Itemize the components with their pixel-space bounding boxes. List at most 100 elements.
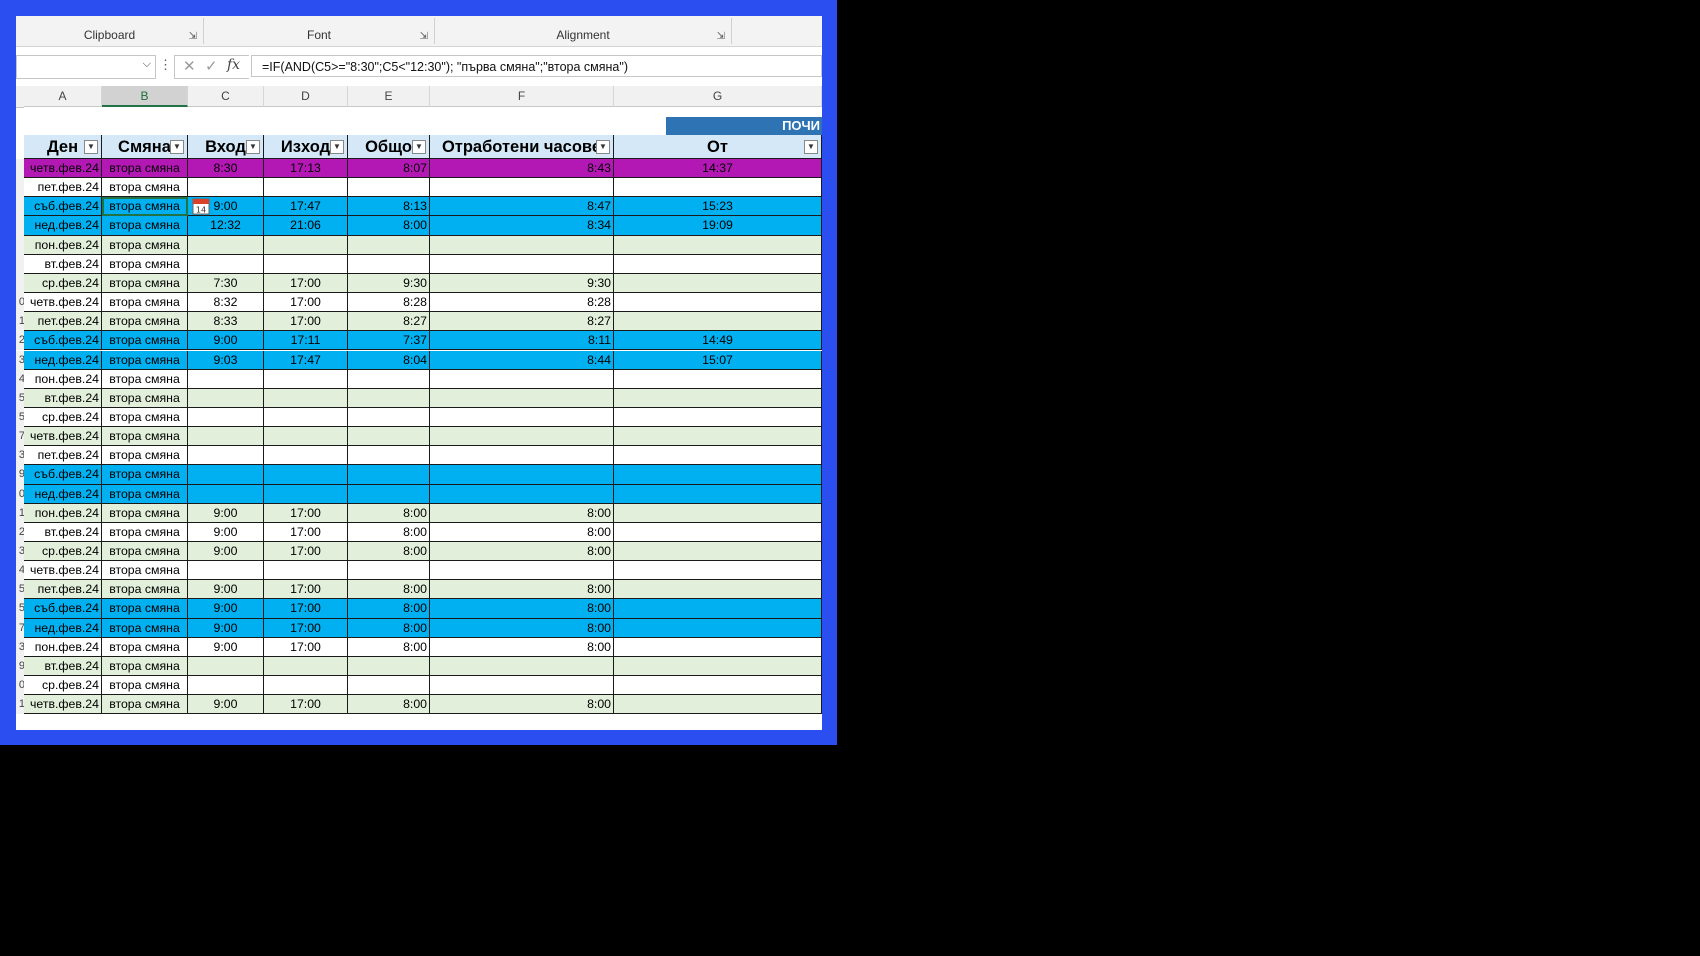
table-cell[interactable]: 17:47 — [264, 197, 348, 217]
table-cell[interactable] — [188, 561, 264, 581]
table-cell[interactable] — [430, 254, 614, 274]
table-cell[interactable] — [264, 369, 348, 389]
table-cell[interactable]: втора смяна — [102, 216, 188, 236]
table-header-cell[interactable]: Вход ▼ — [188, 135, 264, 159]
table-cell[interactable]: 8:00 — [430, 580, 614, 600]
table-cell[interactable] — [348, 484, 430, 504]
table-cell[interactable] — [188, 369, 264, 389]
table-cell[interactable]: 8:00 — [430, 522, 614, 542]
table-cell[interactable]: 17:00 — [264, 695, 348, 715]
table-cell[interactable] — [614, 618, 822, 638]
table-cell[interactable] — [188, 388, 264, 408]
table-cell[interactable]: вт.фев.24 — [24, 388, 102, 408]
filter-dropdown-icon[interactable]: ▼ — [84, 140, 98, 154]
table-cell[interactable] — [614, 542, 822, 562]
table-cell[interactable] — [614, 465, 822, 485]
table-cell[interactable] — [614, 522, 822, 542]
table-cell[interactable]: 8:00 — [430, 599, 614, 619]
table-cell[interactable] — [348, 465, 430, 485]
table-cell[interactable] — [614, 235, 822, 255]
filter-dropdown-icon[interactable]: ▼ — [412, 140, 426, 154]
table-cell[interactable]: четв.фев.24 — [24, 159, 102, 179]
table-cell[interactable] — [614, 503, 822, 523]
table-cell[interactable] — [188, 427, 264, 447]
table-cell[interactable] — [264, 656, 348, 677]
table-cell[interactable]: нед.фев.24 — [24, 350, 102, 370]
table-cell[interactable]: 8:00 — [430, 503, 614, 523]
filter-dropdown-icon[interactable]: ▼ — [596, 140, 610, 154]
table-cell[interactable] — [348, 676, 430, 696]
table-cell[interactable]: втора смяна — [102, 293, 188, 313]
calendar-icon[interactable]: 14 — [192, 197, 210, 215]
table-cell[interactable]: пет.фев.24 — [24, 178, 102, 198]
table-cell[interactable]: 8:00 — [348, 542, 430, 562]
more-options-icon[interactable]: ⋮ — [159, 57, 172, 73]
table-cell[interactable]: съб.фев.24 — [24, 599, 102, 619]
table-cell[interactable]: съб.фев.24 — [24, 197, 102, 217]
table-cell[interactable]: 8:28 — [348, 293, 430, 313]
check-icon[interactable]: ✓ — [205, 57, 218, 75]
table-cell[interactable]: 8:00 — [348, 580, 430, 600]
table-cell[interactable]: 8:27 — [348, 312, 430, 332]
table-cell[interactable]: 17:00 — [264, 503, 348, 523]
table-header-cell[interactable]: Изход ▼ — [264, 135, 348, 159]
x-icon[interactable]: ✕ — [183, 57, 196, 75]
table-cell[interactable] — [264, 235, 348, 255]
table-cell[interactable] — [430, 427, 614, 447]
table-cell[interactable] — [264, 484, 348, 504]
table-cell[interactable] — [430, 484, 614, 504]
table-cell[interactable]: втора смяна — [102, 427, 188, 447]
table-cell[interactable] — [188, 465, 264, 485]
table-cell[interactable]: 17:11 — [264, 331, 348, 351]
column-header-b[interactable]: B — [102, 86, 188, 107]
table-cell[interactable]: пон.фев.24 — [24, 503, 102, 523]
table-cell[interactable] — [430, 235, 614, 255]
table-cell[interactable] — [430, 178, 614, 198]
table-cell[interactable] — [614, 561, 822, 581]
filter-dropdown-icon[interactable]: ▼ — [330, 140, 344, 154]
column-header-a[interactable]: A — [24, 86, 102, 107]
table-cell[interactable]: 17:00 — [264, 522, 348, 542]
table-cell[interactable] — [614, 695, 822, 715]
table-cell[interactable]: втора смяна — [102, 522, 188, 542]
table-cell[interactable] — [614, 676, 822, 696]
table-cell[interactable]: втора смяна — [102, 503, 188, 523]
table-cell[interactable]: 8:00 — [348, 637, 430, 657]
filter-dropdown-icon[interactable]: ▼ — [804, 140, 818, 154]
table-cell[interactable]: втора смяна — [102, 637, 188, 657]
table-cell[interactable] — [348, 235, 430, 255]
table-cell[interactable]: 8:34 — [430, 216, 614, 236]
table-cell[interactable] — [264, 561, 348, 581]
table-header-cell[interactable]: От ▼ — [614, 135, 822, 159]
table-header-cell[interactable]: Отработени часове ▼ — [430, 135, 614, 159]
table-cell[interactable]: 8:00 — [348, 503, 430, 523]
table-cell[interactable] — [614, 599, 822, 619]
table-cell[interactable]: 9:30 — [348, 273, 430, 294]
table-cell[interactable] — [348, 561, 430, 581]
table-cell[interactable] — [614, 580, 822, 600]
table-cell[interactable]: 8:00 — [348, 216, 430, 236]
table-cell[interactable]: 17:00 — [264, 312, 348, 332]
table-cell[interactable] — [614, 637, 822, 657]
dialog-launcher-icon[interactable]: ⇲ — [189, 31, 197, 42]
table-cell[interactable]: 8:00 — [348, 618, 430, 638]
table-cell[interactable] — [188, 484, 264, 504]
table-cell[interactable] — [614, 254, 822, 274]
table-cell[interactable]: 8:00 — [348, 522, 430, 542]
table-cell[interactable] — [614, 178, 822, 198]
table-cell[interactable]: четв.фев.24 — [24, 293, 102, 313]
active-cell[interactable]: втора смяна — [102, 197, 188, 217]
table-cell[interactable]: втора смяна — [102, 254, 188, 274]
table-cell[interactable]: 9:03 — [188, 350, 264, 370]
table-cell[interactable]: 9:00 — [188, 580, 264, 600]
table-cell[interactable] — [188, 407, 264, 428]
table-cell[interactable]: 8:00 — [348, 599, 430, 619]
table-cell[interactable]: нед.фев.24 — [24, 484, 102, 504]
table-cell[interactable] — [348, 388, 430, 408]
table-cell[interactable]: 17:00 — [264, 273, 348, 294]
dialog-launcher-icon[interactable]: ⇲ — [420, 31, 428, 42]
table-cell[interactable]: 8:32 — [188, 293, 264, 313]
table-cell[interactable]: 8:00 — [348, 695, 430, 715]
table-cell[interactable]: втора смяна — [102, 676, 188, 696]
table-cell[interactable]: 7:30 — [188, 273, 264, 294]
